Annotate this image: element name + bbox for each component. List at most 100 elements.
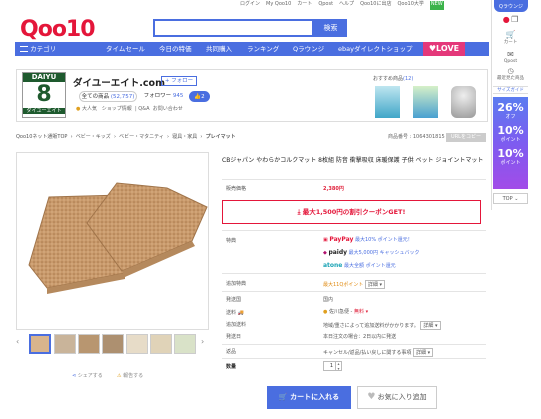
recommended-item-1[interactable] bbox=[375, 86, 400, 118]
ship-date-value: 本日注文の場合：2日以内に発送 bbox=[323, 334, 397, 340]
payment-paidy[interactable]: ◆ paidy 最大5,000円 キャッシュバック bbox=[323, 249, 420, 256]
qpost-link[interactable]: Qpost bbox=[318, 1, 333, 10]
divider bbox=[222, 291, 486, 292]
shop-info-link[interactable]: ショップ情報 bbox=[102, 106, 132, 112]
my-qoo10-link[interactable]: My Qoo10 bbox=[266, 1, 291, 10]
nav-love[interactable]: ♥LOVE bbox=[423, 42, 465, 56]
thumbnail-2[interactable] bbox=[54, 334, 76, 354]
sidebar-cart[interactable]: 🛒 カート bbox=[493, 30, 528, 45]
nav-qlounge[interactable]: Qラウンジ bbox=[293, 42, 324, 56]
price-value: 2,380円 bbox=[323, 186, 344, 192]
shop-logo[interactable]: DAIYU 8 ダイユーエイト bbox=[22, 72, 66, 118]
copy-icon[interactable]: ❐ bbox=[511, 15, 518, 24]
shop-meta: ● 大人気 ショップ情報 | Q&A お問い合わせ bbox=[76, 106, 183, 112]
extra-shipping-value: 地域/重さによって追加送料がかかります。 詳細 ▾ bbox=[323, 321, 441, 330]
gallery-next-arrow[interactable]: › bbox=[201, 337, 204, 347]
promo-banner[interactable]: 26% オフ 10% ポイント 10% ポイント bbox=[493, 97, 528, 189]
top-links: ログイン My Qoo10 カート Qpost ヘルプ Qoo10に出店 Qoo… bbox=[240, 1, 444, 10]
recommended-item-2[interactable] bbox=[413, 86, 438, 118]
carrier-icon: ● bbox=[323, 309, 328, 315]
search-input[interactable] bbox=[153, 19, 314, 37]
divider bbox=[222, 344, 486, 345]
hamburger-icon bbox=[20, 46, 28, 52]
return-detail-button[interactable]: 詳細 ▾ bbox=[412, 348, 434, 357]
breadcrumb-baby-maternity[interactable]: ベビー・マタニティ bbox=[119, 134, 164, 140]
divider bbox=[222, 179, 486, 180]
follow-button[interactable]: + フォロー bbox=[161, 76, 197, 86]
divider bbox=[222, 358, 486, 359]
clock-icon: ◷ bbox=[507, 67, 514, 75]
thumbnail-3[interactable] bbox=[78, 334, 100, 354]
qty-stepper[interactable]: ▴ ▾ bbox=[336, 361, 342, 371]
category-menu[interactable]: カテゴリ bbox=[20, 42, 56, 56]
nav-group[interactable]: 共同購入 bbox=[206, 42, 232, 56]
cart-icon: 🛒 bbox=[278, 393, 288, 401]
copy-url-button[interactable]: URLをコピー bbox=[446, 133, 486, 142]
followers-count: フォロワー 945 bbox=[143, 93, 184, 99]
all-items-chip[interactable]: 全ての商品 (52,757) bbox=[79, 91, 137, 102]
qa-link[interactable]: Q&A bbox=[138, 106, 149, 112]
sidebar-icons-row: ● ❐ bbox=[493, 15, 528, 24]
like-button[interactable]: 👍2 bbox=[189, 91, 210, 102]
truck-icon: 🚚 bbox=[237, 310, 244, 316]
cork-mat-image bbox=[28, 182, 208, 294]
login-link[interactable]: ログイン bbox=[240, 1, 260, 10]
points-detail-button[interactable]: 詳細 ▾ bbox=[364, 280, 386, 289]
new-badge: NEW bbox=[429, 1, 444, 10]
main-nav: カテゴリ タイムセール 今日の特価 共同購入 ランキング Qラウンジ ebayダ… bbox=[15, 42, 489, 56]
report-button[interactable]: ⚠ 報告する bbox=[117, 373, 143, 379]
payment-atone[interactable]: atone 最大全額 ポイント還元 bbox=[323, 262, 396, 269]
nav-ranking[interactable]: ランキング bbox=[247, 42, 279, 56]
search-button[interactable]: 検索 bbox=[314, 19, 347, 37]
qty-label: 数量 bbox=[226, 364, 237, 370]
price-label: 販売価格 bbox=[226, 186, 247, 192]
qoo10-logo[interactable]: Qoo10 bbox=[20, 17, 96, 42]
payment-paypay[interactable]: ▣ PayPay 最大10% ポイント還元！ bbox=[323, 236, 413, 243]
shop-name[interactable]: ダイユーエイト.com bbox=[73, 75, 165, 89]
sidebar-qpost[interactable]: ✉ Qpost bbox=[493, 50, 528, 64]
help-link[interactable]: ヘルプ bbox=[339, 1, 354, 10]
thumbnail-5[interactable] bbox=[126, 334, 148, 354]
add-to-cart-button[interactable]: 🛒 カートに入れる bbox=[267, 386, 351, 409]
share-icon: ⋖ bbox=[72, 373, 77, 379]
main-product-image[interactable] bbox=[16, 152, 209, 330]
recommended-item-3[interactable] bbox=[451, 86, 476, 118]
benefit-label: 特典 bbox=[226, 238, 237, 244]
download-icon: ⤓ bbox=[297, 208, 301, 216]
breadcrumb-bedding[interactable]: 寝具・家具 bbox=[172, 134, 197, 140]
thumbnail-6[interactable] bbox=[150, 334, 172, 354]
extra-shipping-detail-button[interactable]: 詳細 ▾ bbox=[420, 321, 441, 330]
inquiry-link[interactable]: お問い合わせ bbox=[153, 106, 183, 112]
university-link[interactable]: Qoo10大学 bbox=[397, 1, 423, 10]
coupon-icon[interactable]: ● bbox=[503, 15, 510, 24]
points-label: 追加特典 bbox=[226, 281, 247, 287]
coupon-button[interactable]: ⤓ 最大1,500円の割引クーポンGET! bbox=[222, 200, 481, 224]
chevron-down-icon: ⌄ bbox=[514, 196, 519, 202]
breadcrumb-baby-kids[interactable]: ベビー・キッズ bbox=[76, 134, 111, 140]
back-to-top-button[interactable]: TOP ⌄ bbox=[493, 193, 528, 204]
qty-input[interactable]: 1 bbox=[323, 361, 336, 371]
nav-ebay[interactable]: ebayダイレクトショップ bbox=[338, 42, 412, 56]
ship-date-label: 発送日 bbox=[226, 334, 242, 340]
share-button[interactable]: ⋖ シェアする bbox=[72, 373, 103, 379]
breadcrumb: Qoo10ネット通販TOP › ベビー・キッズ › ベビー・マタニティ › 寝具… bbox=[16, 134, 236, 140]
carousel-dots[interactable] bbox=[463, 78, 479, 112]
qlounge-tab[interactable]: Qラウンジ bbox=[494, 0, 528, 12]
thumbnail-4[interactable] bbox=[102, 334, 124, 354]
thumbnail-7[interactable] bbox=[174, 334, 196, 354]
sidebar-recent[interactable]: ◷ 最近見た商品 bbox=[493, 67, 528, 81]
nav-today[interactable]: 今日の特価 bbox=[159, 42, 192, 56]
gallery-prev-arrow[interactable]: ‹ bbox=[16, 337, 19, 347]
thumbnail-1[interactable] bbox=[29, 334, 51, 354]
sidebar-size-guide[interactable]: サイズガイド bbox=[493, 86, 528, 94]
add-to-wishlist-button[interactable]: ♥ お気に入り追加 bbox=[357, 386, 437, 409]
heart-icon: ♥ bbox=[428, 44, 437, 53]
mail-icon: ✉ bbox=[507, 50, 514, 59]
breadcrumb-top[interactable]: Qoo10ネット通販TOP bbox=[16, 134, 67, 140]
seller-link[interactable]: Qoo10に出店 bbox=[360, 1, 391, 10]
cart-link[interactable]: カート bbox=[297, 1, 312, 10]
divider bbox=[222, 273, 486, 274]
medal-icon: ● bbox=[76, 106, 81, 112]
divider bbox=[222, 230, 486, 231]
nav-timesale[interactable]: タイムセール bbox=[106, 42, 145, 56]
